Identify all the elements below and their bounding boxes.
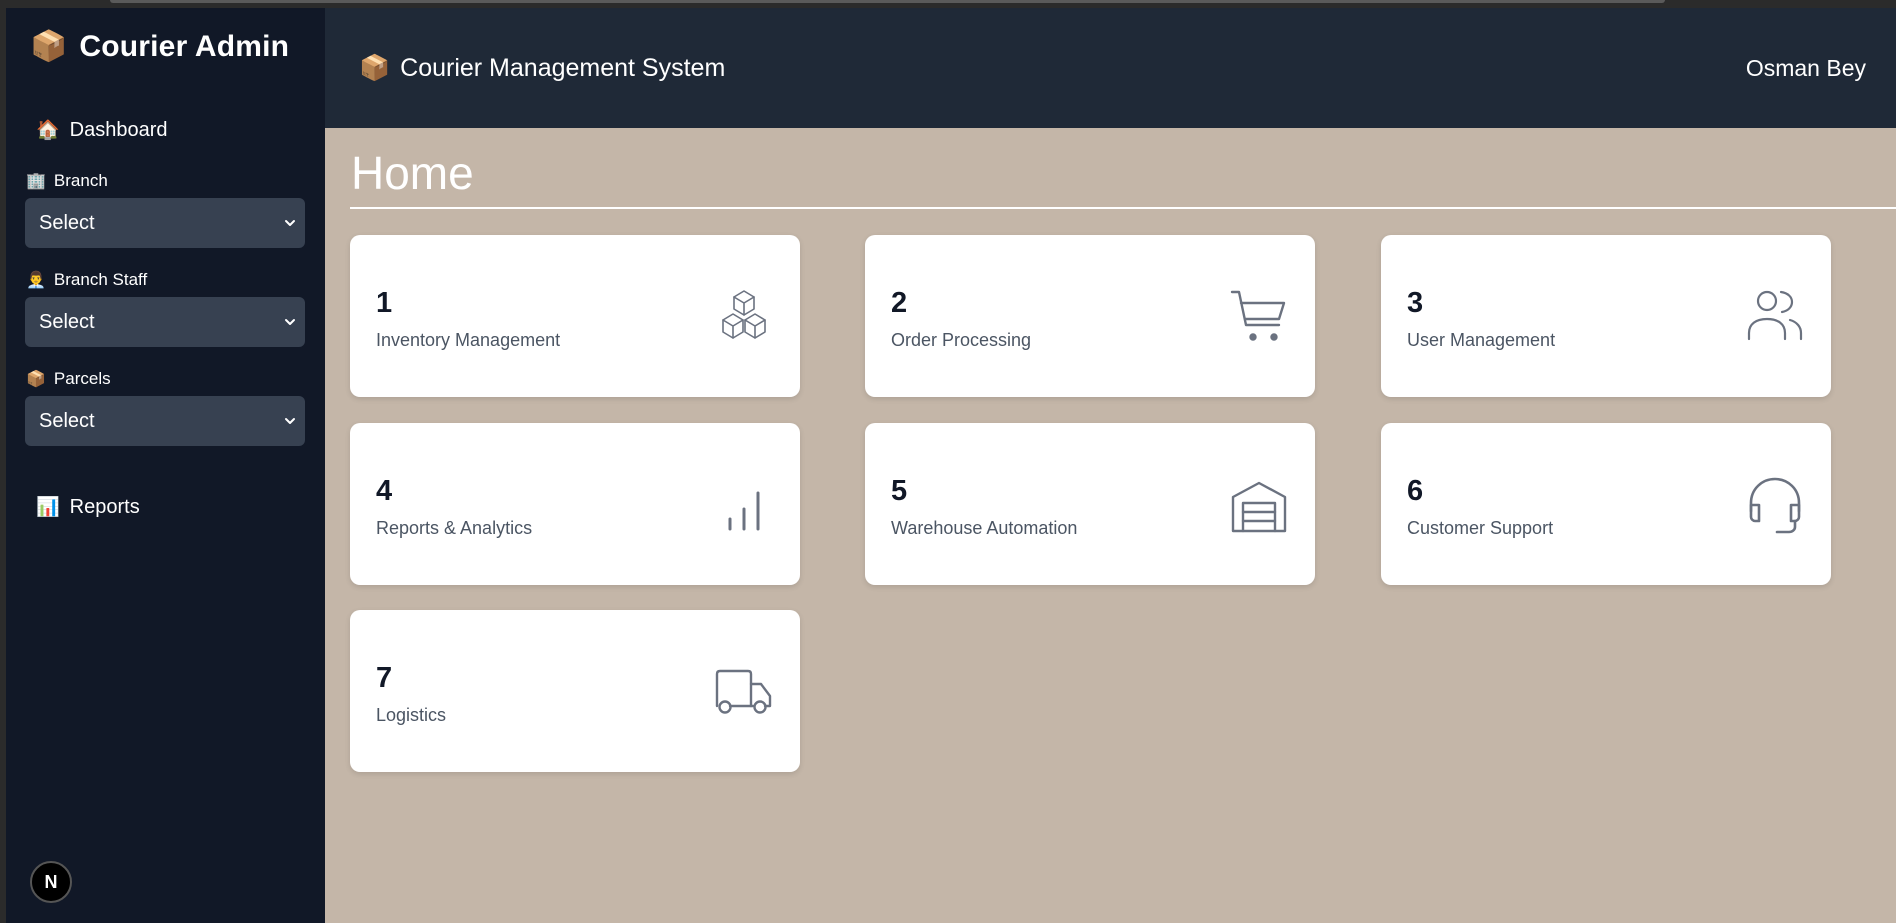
card-warehouse-automation[interactable]: 5 Warehouse Automation [865, 423, 1315, 585]
group-label-text: Branch [53, 171, 108, 190]
nextjs-badge-icon[interactable]: N [30, 861, 72, 903]
card-label: Logistics [376, 705, 447, 725]
warehouse-icon [1229, 475, 1289, 535]
headset-icon [1745, 475, 1805, 535]
card-reports-analytics[interactable]: 4 Reports & Analytics [350, 423, 800, 585]
divider [350, 207, 1896, 209]
select-value: Select [39, 409, 95, 432]
brand-title: Courier Admin [79, 30, 290, 63]
card-number: 2 [891, 287, 908, 319]
browser-top-bar [0, 0, 1896, 8]
package-icon: 📦 [30, 30, 68, 63]
branch-select[interactable]: Select [25, 198, 305, 248]
office-building-icon: 🏢 [26, 173, 46, 190]
cart-icon [1229, 287, 1289, 347]
card-number: 1 [376, 287, 393, 319]
card-number: 6 [1407, 475, 1424, 507]
select-value: Select [39, 310, 95, 333]
bar-chart-icon [714, 475, 774, 535]
package-icon: 📦 [359, 54, 391, 82]
card-order-processing[interactable]: 2 Order Processing [865, 235, 1315, 397]
chevron-down-icon [275, 315, 305, 329]
header-title: 📦 Courier Management System [359, 54, 725, 83]
card-number: 5 [891, 475, 908, 507]
card-number: 4 [376, 475, 393, 507]
sidebar-item-label: Reports [69, 495, 140, 518]
card-label: Order Processing [891, 330, 1032, 350]
card-label: Customer Support [1407, 518, 1554, 538]
card-inventory-management[interactable]: 1 Inventory Management [350, 235, 800, 397]
card-customer-support[interactable]: 6 Customer Support [1381, 423, 1831, 585]
card-number: 7 [376, 662, 393, 694]
package-icon: 📦 [26, 371, 46, 388]
cubes-icon [714, 287, 774, 347]
parcels-label: 📦 Parcels [26, 369, 111, 389]
card-user-management[interactable]: 3 User Management [1381, 235, 1831, 397]
sidebar: 📦 Courier Admin 🏠 Dashboard 🏢 Branch Sel… [6, 8, 325, 923]
main-content: Home 1 Inventory Management 2 Order Proc… [325, 128, 1896, 923]
branch-label: 🏢 Branch [26, 171, 108, 191]
users-icon [1745, 287, 1805, 347]
group-label-text: Parcels [53, 369, 111, 388]
sidebar-item-dashboard[interactable]: 🏠 Dashboard [36, 118, 168, 142]
branch-staff-label: 👨‍💼 Branch Staff [26, 270, 147, 290]
truck-icon [714, 662, 774, 722]
chevron-down-icon [275, 414, 305, 428]
browser-address-bar[interactable] [110, 0, 1665, 3]
parcels-select[interactable]: Select [25, 396, 305, 446]
card-label: Inventory Management [376, 330, 561, 350]
card-label: Warehouse Automation [891, 518, 1078, 538]
sidebar-item-label: Dashboard [69, 118, 168, 141]
user-name[interactable]: Osman Bey [1746, 55, 1866, 82]
chevron-down-icon [275, 216, 305, 230]
select-value: Select [39, 211, 95, 234]
sidebar-item-reports[interactable]: 📊 Reports [36, 495, 140, 519]
group-label-text: Branch Staff [53, 270, 148, 289]
top-header: 📦 Courier Management System Osman Bey [325, 8, 1896, 128]
card-logistics[interactable]: 7 Logistics [350, 610, 800, 772]
bar-chart-icon: 📊 [36, 497, 60, 518]
card-number: 3 [1407, 287, 1424, 319]
staff-icon: 👨‍💼 [26, 272, 46, 289]
page-title: Home [351, 147, 474, 199]
card-label: User Management [1407, 330, 1556, 350]
branch-staff-select[interactable]: Select [25, 297, 305, 347]
header-title-text: Courier Management System [400, 54, 726, 82]
brand: 📦 Courier Admin [30, 30, 289, 64]
house-icon: 🏠 [36, 120, 60, 141]
card-label: Reports & Analytics [376, 518, 533, 538]
